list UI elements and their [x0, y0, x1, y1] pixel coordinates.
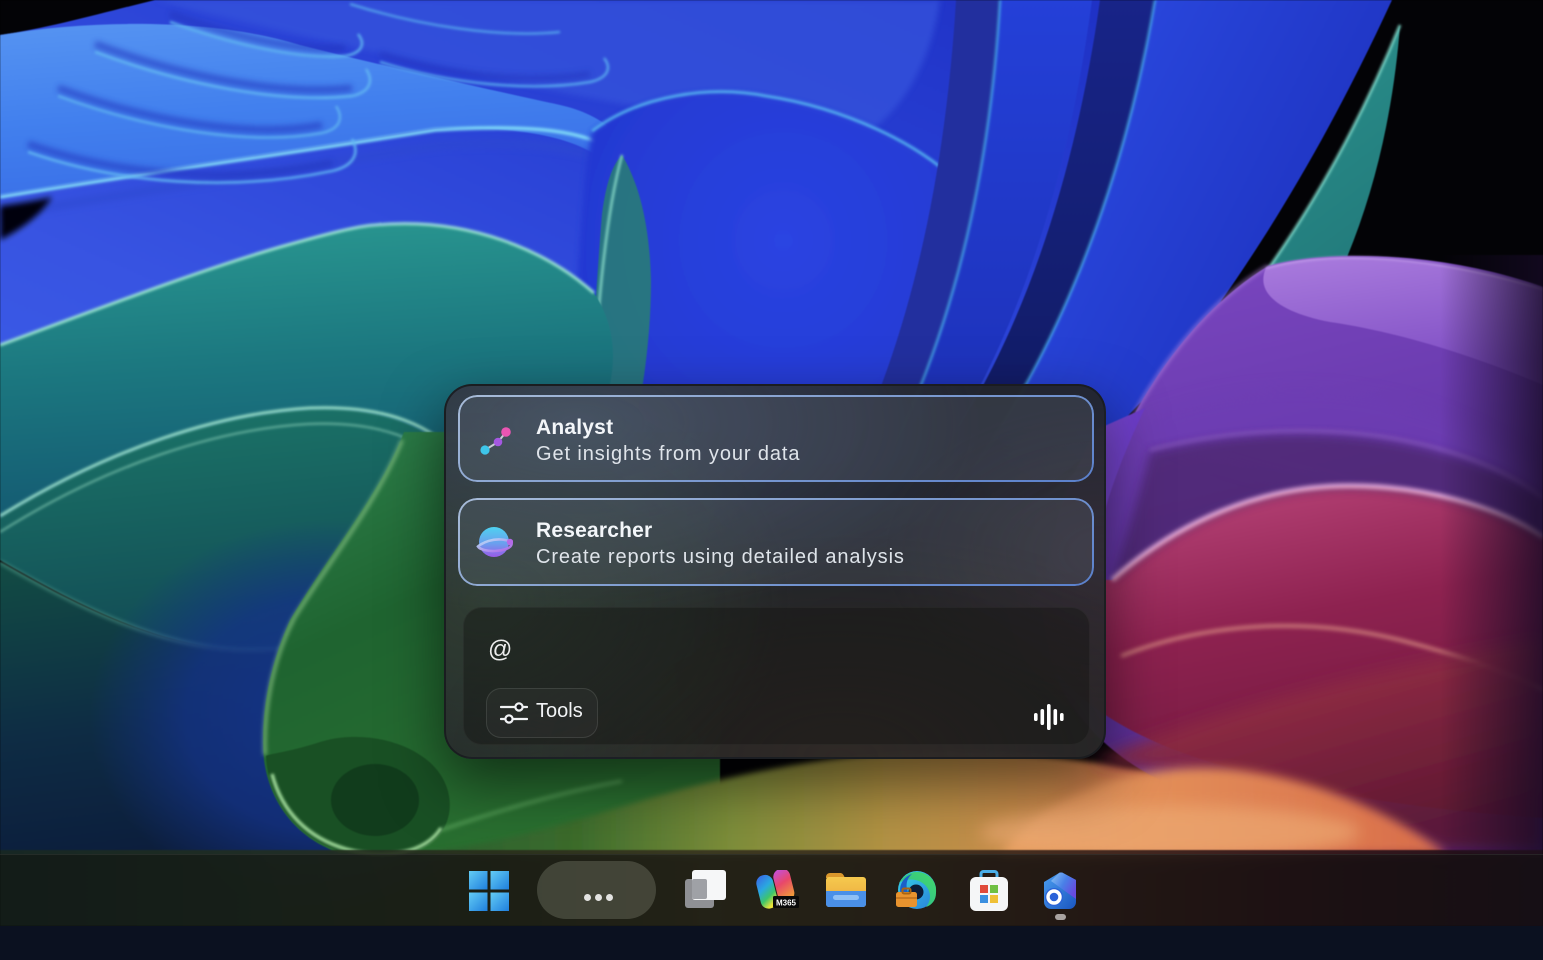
- svg-text:M365: M365: [776, 899, 797, 908]
